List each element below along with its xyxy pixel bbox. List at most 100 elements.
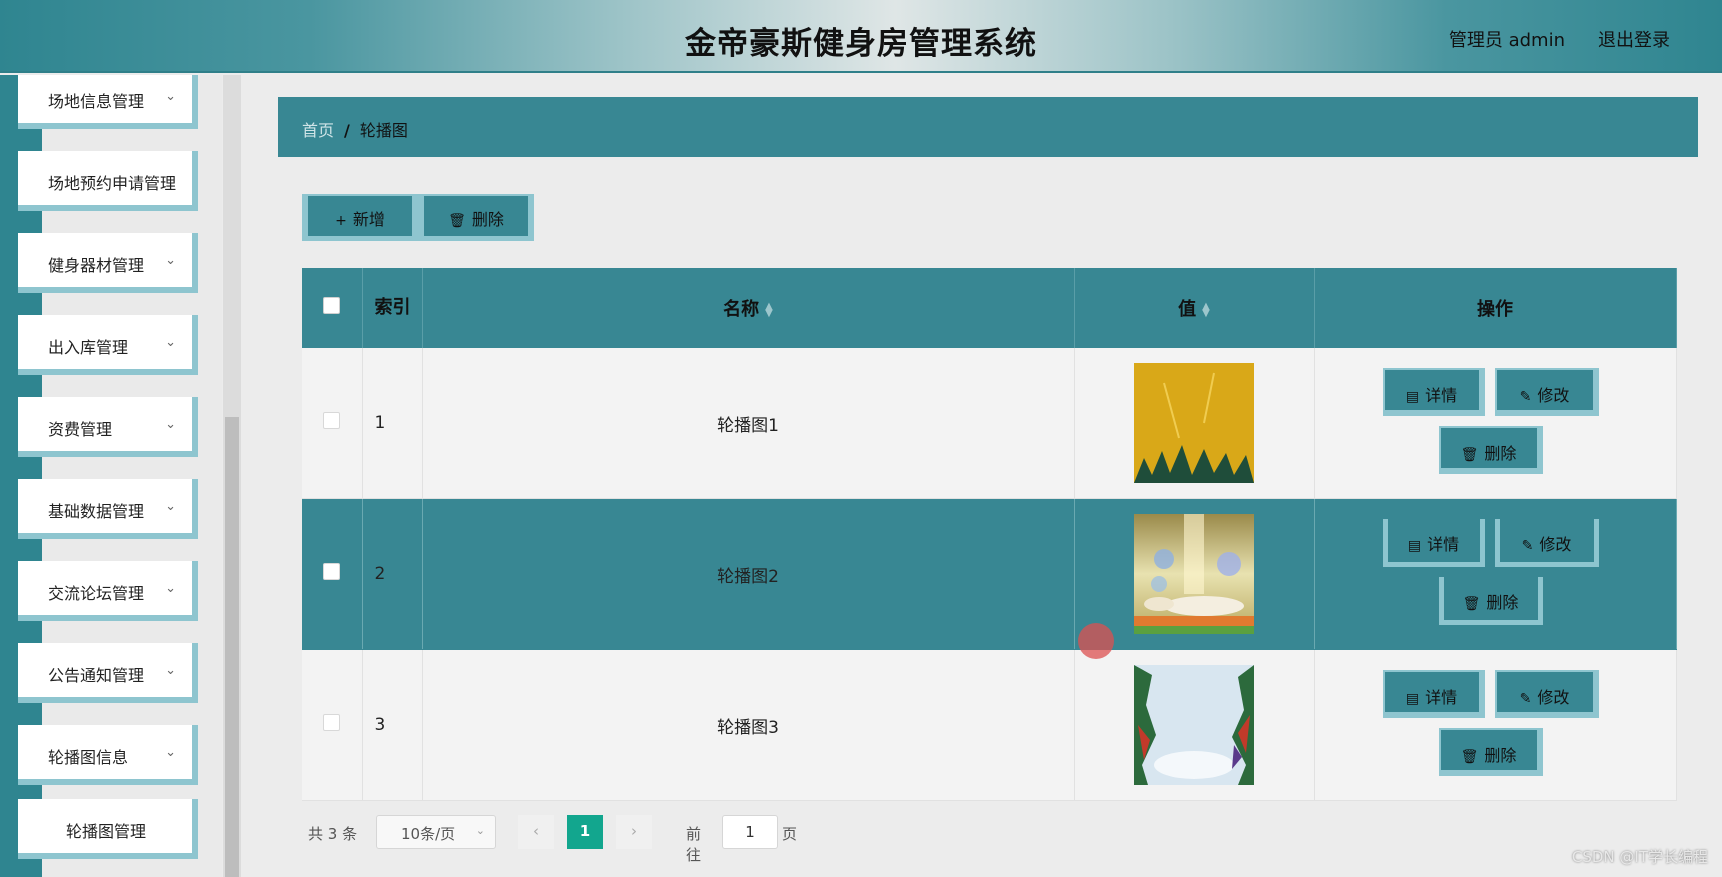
goto-page-input[interactable]: 1 (722, 815, 778, 849)
carousel-thumbnail-image[interactable] (1134, 665, 1254, 785)
row-value-cell (1074, 649, 1315, 801)
chevron-down-icon: ⌄ (165, 745, 176, 760)
sidebar-item-carousel-info[interactable]: 轮播图信息 ⌄ (18, 725, 198, 785)
sidebar-item-fees[interactable]: 资费管理 ⌄ (18, 397, 198, 457)
select-all-checkbox[interactable] (323, 297, 341, 314)
chevron-down-icon: ⌄ (475, 824, 485, 837)
header-name[interactable]: 名称 ▲ ▼ (422, 268, 1075, 348)
batch-delete-button[interactable]: 🗑 删除 (424, 196, 528, 236)
sidebar-item-label: 资费管理 (48, 420, 113, 439)
trash-icon: 🗑 (1462, 596, 1481, 612)
sidebar-scrollbar[interactable] (223, 75, 241, 877)
row-value-cell (1074, 348, 1315, 499)
edit-label: 修改 (1537, 688, 1570, 707)
toolbar: + 新增 🗑 删除 (302, 194, 534, 241)
delete-button[interactable]: 🗑 删除 (1438, 728, 1543, 776)
trash-icon: 🗑 (1460, 749, 1479, 765)
prev-page-button[interactable]: ‹ (518, 815, 554, 849)
sort-icon[interactable]: ▲ ▼ (765, 302, 773, 319)
next-page-button[interactable]: › (616, 815, 652, 849)
delete-button[interactable]: 🗑 删除 (1438, 426, 1543, 474)
header-value-label: 值 (1178, 299, 1197, 320)
logout-link[interactable]: 退出登录 (1598, 26, 1670, 52)
add-button[interactable]: + 新增 (308, 196, 412, 236)
scrollbar-thumb[interactable] (225, 417, 239, 877)
edit-button[interactable]: ✎ 修改 (1494, 670, 1599, 718)
row-actions: ▤ 详情 ✎ 修改 🗑 删除 (1314, 348, 1677, 499)
edit-button[interactable]: ✎ 修改 (1494, 519, 1599, 567)
sidebar-item-label: 出入库管理 (48, 338, 129, 357)
trash-icon: 🗑 (448, 213, 466, 229)
table-row[interactable]: 1 轮播图1 ▤ 详情 ✎ 修改 🗑 删除 (302, 348, 1677, 499)
chevron-down-icon: ⌄ (165, 499, 176, 514)
detail-button[interactable]: ▤ 详情 (1382, 368, 1485, 416)
chevron-down-icon: ⌄ (165, 581, 176, 596)
document-icon: ▤ (1405, 691, 1420, 707)
sidebar-item-label: 健身器材管理 (48, 256, 145, 275)
page-number-current[interactable]: 1 (567, 815, 603, 849)
chevron-left-icon: ‹ (533, 822, 539, 840)
chevron-down-icon: ⌄ (165, 417, 176, 432)
app-header: 金帝豪斯健身房管理系统 管理员 admin 退出登录 (0, 0, 1722, 73)
sidebar-item-label: 公告通知管理 (48, 666, 145, 685)
chevron-right-icon: › (631, 822, 637, 840)
sidebar-item-inventory[interactable]: 出入库管理 ⌄ (18, 315, 198, 375)
table-header-row: 索引 名称 ▲ ▼ 值 ▲ ▼ 操作 (302, 268, 1677, 348)
sidebar-item-label: 场地信息管理 (48, 92, 145, 111)
goto-label: 前往 (686, 825, 702, 864)
sidebar-item-label: 轮播图管理 (66, 822, 147, 841)
row-checkbox[interactable] (323, 563, 341, 580)
sidebar-item-venue-booking[interactable]: 场地预约申请管理 (18, 151, 198, 211)
detail-button[interactable]: ▤ 详情 (1382, 670, 1485, 718)
row-actions: ▤ 详情 ✎ 修改 🗑 删除 (1314, 649, 1677, 801)
pencil-icon: ✎ (1519, 389, 1532, 405)
delete-label: 删除 (1486, 593, 1519, 612)
row-name: 轮播图3 (422, 649, 1075, 801)
mouse-cursor-highlight (1078, 623, 1114, 659)
pencil-icon: ✎ (1521, 538, 1534, 554)
page-suffix: 页 (782, 825, 798, 843)
trash-icon: 🗑 (1460, 447, 1479, 463)
add-button-label: 新增 (352, 210, 385, 229)
sort-icon[interactable]: ▲ ▼ (1202, 302, 1210, 319)
row-checkbox[interactable] (323, 714, 341, 731)
row-actions: ▤ 详情 ✎ 修改 🗑 删除 (1314, 498, 1677, 650)
current-user: 管理员 admin (1448, 30, 1565, 51)
sidebar-item-base-data[interactable]: 基础数据管理 ⌄ (18, 479, 198, 539)
row-select-cell (302, 348, 363, 499)
header-value[interactable]: 值 ▲ ▼ (1074, 268, 1315, 348)
plus-icon: + (335, 213, 347, 229)
pencil-icon: ✎ (1519, 691, 1532, 707)
sidebar-item-venue-info[interactable]: 场地信息管理 ⌄ (18, 75, 198, 129)
delete-button[interactable]: 🗑 删除 (1438, 577, 1543, 625)
delete-label: 删除 (1484, 444, 1517, 463)
detail-button[interactable]: ▤ 详情 (1382, 519, 1485, 567)
table-row[interactable]: 2 轮播图2 ▤ 详情 ✎ 修改 🗑 删除 (302, 498, 1677, 650)
edit-button[interactable]: ✎ 修改 (1494, 368, 1599, 416)
detail-label: 详情 (1425, 386, 1458, 405)
edit-label: 修改 (1537, 386, 1570, 405)
chevron-down-icon: ⌄ (165, 253, 176, 268)
header-actions: 操作 (1314, 268, 1677, 348)
carousel-thumbnail-image[interactable] (1134, 514, 1254, 634)
row-name: 轮播图2 (422, 498, 1075, 650)
row-index: 2 (362, 498, 423, 650)
table-row[interactable]: 3 轮播图3 ▤ 详情 ✎ 修改 🗑 删除 (302, 649, 1677, 801)
sidebar-item-equipment[interactable]: 健身器材管理 ⌄ (18, 233, 198, 293)
sidebar-item-label: 轮播图信息 (48, 748, 129, 767)
sidebar-item-notices[interactable]: 公告通知管理 ⌄ (18, 643, 198, 703)
carousel-thumbnail-image[interactable] (1134, 363, 1254, 483)
row-checkbox[interactable] (323, 412, 341, 429)
select-all-cell (302, 268, 363, 348)
chevron-down-icon: ⌄ (165, 663, 176, 678)
row-select-cell (302, 498, 363, 650)
breadcrumb-separator: / (344, 121, 350, 140)
page-size-select[interactable]: 10条/页 ⌄ (376, 815, 496, 849)
sidebar-item-forum[interactable]: 交流论坛管理 ⌄ (18, 561, 198, 621)
breadcrumb-home-link[interactable]: 首页 (302, 121, 334, 140)
delete-button-label: 删除 (471, 210, 504, 229)
sidebar-item-label: 基础数据管理 (48, 502, 145, 521)
document-icon: ▤ (1407, 538, 1422, 554)
row-index: 3 (362, 649, 423, 801)
sidebar-item-carousel-manage[interactable]: 轮播图管理 (18, 799, 198, 859)
